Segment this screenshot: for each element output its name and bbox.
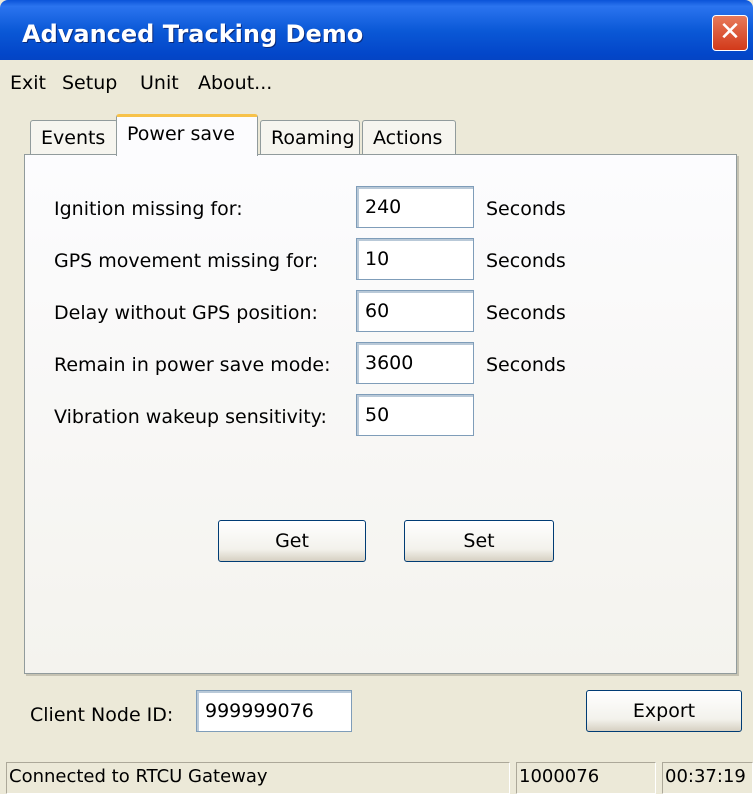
tab-events[interactable]: Events <box>30 120 118 154</box>
menu-setup[interactable]: Setup <box>62 72 117 94</box>
delay-without-gps-label: Delay without GPS position: <box>54 302 318 324</box>
close-button[interactable]: ✕ <box>712 15 748 51</box>
set-button[interactable]: Set <box>404 520 554 562</box>
remain-power-save-label: Remain in power save mode: <box>54 354 331 376</box>
gps-movement-missing-input[interactable] <box>356 238 474 280</box>
menu-about[interactable]: About... <box>198 72 272 94</box>
tab-power-save[interactable]: Power save <box>116 114 258 156</box>
window-title: Advanced Tracking Demo <box>22 20 364 48</box>
status-node: 1000076 <box>516 762 656 794</box>
close-icon: ✕ <box>719 17 741 47</box>
status-connection: Connected to RTCU Gateway <box>6 762 510 794</box>
status-time: 00:37:19 <box>662 762 753 794</box>
gps-movement-missing-label: GPS movement missing for: <box>54 250 319 272</box>
delay-without-gps-unit: Seconds <box>486 302 566 324</box>
gps-movement-missing-unit: Seconds <box>486 250 566 272</box>
remain-power-save-unit: Seconds <box>486 354 566 376</box>
tab-actions[interactable]: Actions <box>362 120 456 154</box>
tab-roaming[interactable]: Roaming <box>260 120 360 154</box>
vibration-sensitivity-input[interactable] <box>356 394 474 436</box>
get-button[interactable]: Get <box>218 520 366 562</box>
menu-exit[interactable]: Exit <box>10 72 46 94</box>
ignition-missing-unit: Seconds <box>486 198 566 220</box>
client-node-id-input[interactable] <box>196 690 352 732</box>
delay-without-gps-input[interactable] <box>356 290 474 332</box>
client-node-id-label: Client Node ID: <box>30 704 174 726</box>
menu-unit[interactable]: Unit <box>140 72 179 94</box>
remain-power-save-input[interactable] <box>356 342 474 384</box>
export-button[interactable]: Export <box>586 690 742 732</box>
vibration-sensitivity-label: Vibration wakeup sensitivity: <box>54 406 327 428</box>
ignition-missing-input[interactable] <box>356 186 474 228</box>
ignition-missing-label: Ignition missing for: <box>54 198 243 220</box>
